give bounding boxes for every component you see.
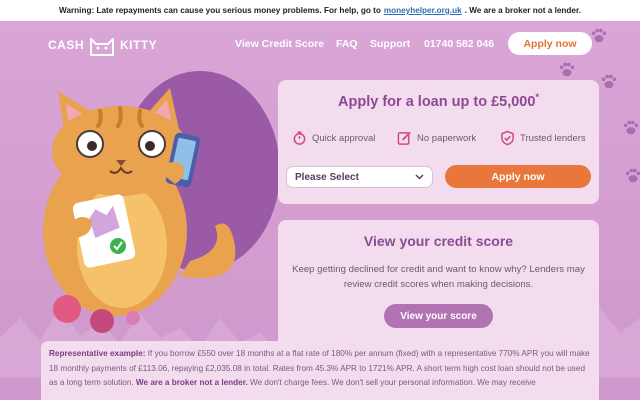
broker-notice: . We are a broker not a lender.: [464, 6, 581, 15]
credit-score-card: View your credit score Keep getting decl…: [278, 220, 599, 358]
feature-label: No paperwork: [417, 132, 477, 144]
broker-statement: We are a broker not a lender.: [133, 378, 248, 387]
warning-text: Warning: Late repayments can cause you s…: [59, 6, 381, 15]
loan-amount-select[interactable]: Please Select: [286, 166, 433, 188]
credit-card-title: View your credit score: [363, 233, 514, 249]
chevron-down-icon: [415, 174, 424, 180]
credit-card-description: Keep getting declined for credit and wan…: [292, 264, 585, 290]
loan-card-title: Apply for a loan up to £5,000*: [278, 92, 599, 110]
feature-label: Quick approval: [312, 132, 376, 144]
feature-quick-approval: Quick approval: [292, 130, 375, 146]
cash-kitty-logo-icon: [90, 38, 115, 56]
decorative-dot: [90, 309, 114, 333]
cat-illustration: [43, 88, 236, 316]
representative-label: Representative example:: [49, 349, 146, 358]
loan-application-card: Apply for a loan up to £5,000* Quick app…: [278, 80, 599, 204]
nav-view-credit-score[interactable]: View Credit Score: [235, 38, 324, 50]
feature-trusted-lenders: Trusted lenders: [500, 130, 586, 146]
paw-icon: [625, 168, 640, 183]
nav-phone-number[interactable]: 01740 582 046: [424, 38, 494, 50]
view-score-button[interactable]: View your score: [384, 304, 493, 328]
logo-text-cash: CASH: [48, 38, 85, 52]
warning-bar: Warning: Late repayments can cause you s…: [0, 0, 640, 21]
shield-check-icon: [501, 130, 514, 146]
paw-icon: [623, 120, 639, 135]
moneyhelper-link[interactable]: moneyhelper.org.uk: [384, 6, 462, 15]
edit-icon: [397, 131, 411, 145]
feature-label: Trusted lenders: [520, 132, 586, 144]
nav-faq[interactable]: FAQ: [336, 38, 358, 50]
hero-section: CASH KITTY View Credit Score FAQ Support…: [0, 21, 640, 400]
loan-card-title-text: Apply for a loan up to £5,000: [338, 93, 536, 110]
apply-now-button[interactable]: Apply now: [445, 165, 591, 188]
stopwatch-icon: [293, 131, 306, 145]
paw-icon: [601, 74, 617, 89]
select-value: Please Select: [295, 171, 359, 183]
cash-kitty-logo[interactable]: CASH KITTY: [48, 33, 157, 57]
nav-support[interactable]: Support: [370, 38, 410, 50]
representative-example: Representative example: If you borrow £5…: [41, 341, 599, 400]
paw-icon: [559, 62, 575, 77]
header-apply-button[interactable]: Apply now: [508, 32, 592, 55]
logo-text-kitty: KITTY: [120, 38, 158, 52]
feature-no-paperwork: No paperwork: [397, 130, 476, 146]
title-asterisk: *: [535, 92, 539, 102]
decorative-dot: [126, 311, 140, 325]
representative-tail: We don't charge fees. We don't sell your…: [247, 378, 536, 387]
decorative-dot: [53, 295, 81, 323]
paw-icon: [591, 28, 607, 43]
site-header: CASH KITTY View Credit Score FAQ Support…: [0, 21, 640, 67]
